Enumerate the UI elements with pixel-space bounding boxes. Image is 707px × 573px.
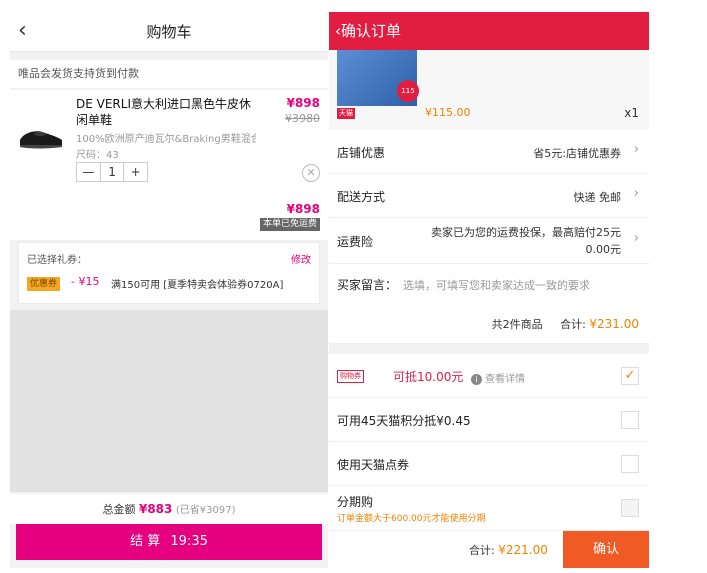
tmall-coins-row[interactable]: 使用天猫点券 xyxy=(329,442,649,486)
installment-row[interactable]: 分期购 订单金额大于600.00元才能使用分期 xyxy=(329,486,649,530)
cart-item: DE VERLI意大利进口黑色牛皮休闲单鞋 ¥898 ¥3980 100%欧洲原… xyxy=(10,90,328,240)
voucher-detail-text: 查看详情 xyxy=(485,374,525,385)
order-summary: 共2件商品 合计: ¥231.00 xyxy=(492,316,639,332)
delivery-row[interactable]: 配送方式 快递 免邮 › xyxy=(329,174,649,218)
price-badge: 115 xyxy=(397,80,419,102)
coupon-label: 已选择礼券： xyxy=(27,255,87,266)
quantity-value[interactable]: 1 xyxy=(99,163,125,181)
tmall-points-label: 可用45天猫积分抵¥0.45 xyxy=(337,414,471,428)
order-header: ‹确认订单 xyxy=(329,12,649,50)
cod-notice: 唯品会发货支持货到付款 xyxy=(10,60,328,88)
item-price: ¥898 xyxy=(286,96,320,110)
info-icon: i xyxy=(471,374,482,385)
cart-title: 购物车 xyxy=(146,23,192,41)
cart-screen: 购物车 ‹ 唯品会发货支持货到付款 DE VERLI意大利进口黑色牛皮休闲单鞋 … xyxy=(10,12,328,568)
shopping-voucher-tag: 购物券 xyxy=(337,370,364,383)
chevron-right-icon: › xyxy=(633,231,639,246)
installment-note: 订单金额大于600.00元才能使用分期 xyxy=(337,514,486,524)
summary-total-label: 合计: xyxy=(560,318,586,331)
product-strip: 115 天猫 ¥115.00 x1 xyxy=(329,50,649,130)
installment-checkbox[interactable] xyxy=(621,499,639,517)
store-discount-row[interactable]: 店铺优惠 省5元:店铺优惠券 › xyxy=(329,130,649,174)
quantity-stepper: — 1 + xyxy=(76,162,148,182)
coupon-rule: 满150可用 [夏季特卖会体验券0720A] xyxy=(111,280,284,291)
order-summary-row: 共2件商品 合计: ¥231.00 xyxy=(329,304,649,344)
order-title[interactable]: ‹确认订单 xyxy=(335,12,401,50)
bottom-total-amount: ¥221.00 xyxy=(498,543,548,557)
bottom-total-label: 合计: xyxy=(469,544,495,557)
item-subtotal: ¥898 xyxy=(286,202,320,216)
buyer-message-row[interactable]: 买家留言： 选填，可填写您和卖家达成一致的要求 xyxy=(329,264,649,304)
tmall-points-row[interactable]: 可用45天猫积分抵¥0.45 xyxy=(329,398,649,442)
item-name[interactable]: DE VERLI意大利进口黑色牛皮休闲单鞋 xyxy=(76,96,256,128)
tmall-tag: 天猫 xyxy=(337,108,355,119)
empty-area xyxy=(10,310,328,492)
free-shipping-badge: 本单已免运费 xyxy=(259,218,320,231)
store-discount-value: 省5元:店铺优惠券 xyxy=(533,147,621,160)
confirm-order-screen: ‹确认订单 115 天猫 ¥115.00 x1 店铺优惠 省5元:店铺优惠券 ›… xyxy=(329,12,649,568)
checkout-button[interactable]: 结 算 19:35 xyxy=(16,524,322,560)
product-quantity: x1 xyxy=(624,106,639,120)
installment-label: 分期购 xyxy=(337,495,374,509)
order-bottom-bar: 合计: ¥221.00 确认 xyxy=(329,530,649,568)
coupon-value: - ¥15 xyxy=(71,275,100,288)
increase-button[interactable]: + xyxy=(124,163,147,181)
section-gap xyxy=(329,344,649,354)
shipping-insurance-amount: 0.00元 xyxy=(585,243,622,256)
coupon-tag: 优惠券 xyxy=(27,277,61,291)
order-title-text: 确认订单 xyxy=(341,22,402,40)
total-bar: 总金额 ¥883 (已省¥3097) xyxy=(10,494,328,524)
product-price: ¥115.00 xyxy=(425,106,471,119)
total-amount: ¥883 xyxy=(138,502,173,516)
bottom-total: 合计: ¥221.00 xyxy=(469,531,548,568)
buyer-message-input[interactable]: 选填，可填写您和卖家达成一致的要求 xyxy=(403,277,590,293)
shipping-insurance-label: 运费险 xyxy=(337,235,374,249)
checkout-label: 结 算 xyxy=(130,534,161,549)
tmall-coins-checkbox[interactable] xyxy=(621,455,639,473)
edit-coupon-link[interactable]: 修改 xyxy=(291,251,311,266)
item-original-price: ¥3980 xyxy=(285,112,320,125)
tmall-points-checkbox[interactable] xyxy=(621,411,639,429)
shoe-product-image[interactable] xyxy=(18,122,64,152)
coupon-section: 已选择礼券： 修改 优惠券 - ¥15 满150可用 [夏季特卖会体验券0720… xyxy=(18,242,320,304)
submit-order-button[interactable]: 确认 xyxy=(563,531,649,568)
back-arrow-icon[interactable]: ‹ xyxy=(18,18,27,44)
item-description: 100%欧洲原产迪瓦尔&Braking男鞋混合... xyxy=(76,134,256,145)
total-saved: (已省¥3097) xyxy=(175,505,236,516)
shipping-insurance-row[interactable]: 运费险 卖家已为您的运费投保，最高赔付25元 0.00元 › xyxy=(329,218,649,264)
voucher-deduct: 可抵10.00元 xyxy=(393,370,464,384)
delivery-label: 配送方式 xyxy=(337,190,386,204)
buyer-message-label: 买家留言： xyxy=(337,278,398,292)
chevron-right-icon: › xyxy=(633,186,639,201)
voucher-detail-link[interactable]: i 查看详情 xyxy=(471,370,525,385)
store-discount-label: 店铺优惠 xyxy=(337,146,386,160)
item-count: 共2件商品 xyxy=(491,318,543,331)
delivery-value: 快递 免邮 xyxy=(573,191,622,204)
shipping-insurance-desc: 卖家已为您的运费投保，最高赔付25元 xyxy=(431,226,621,239)
chevron-right-icon: › xyxy=(633,142,639,157)
cart-header: 购物车 ‹ xyxy=(10,12,328,52)
voucher-checkbox[interactable]: ✓ xyxy=(621,367,639,385)
summary-total: ¥231.00 xyxy=(589,317,639,331)
tmall-coins-label: 使用天猫点券 xyxy=(337,458,410,472)
remove-item-icon[interactable]: ✕ xyxy=(302,164,320,182)
shopping-voucher-row[interactable]: 购物券 可抵10.00元 i 查看详情 ✓ xyxy=(329,354,649,398)
item-size: 尺码：43 xyxy=(76,150,119,161)
checkout-timer: 19:35 xyxy=(170,534,208,549)
total-label: 总金额 xyxy=(102,503,136,516)
decrease-button[interactable]: — xyxy=(77,163,100,181)
product-thumbnail[interactable]: 115 xyxy=(337,50,419,106)
